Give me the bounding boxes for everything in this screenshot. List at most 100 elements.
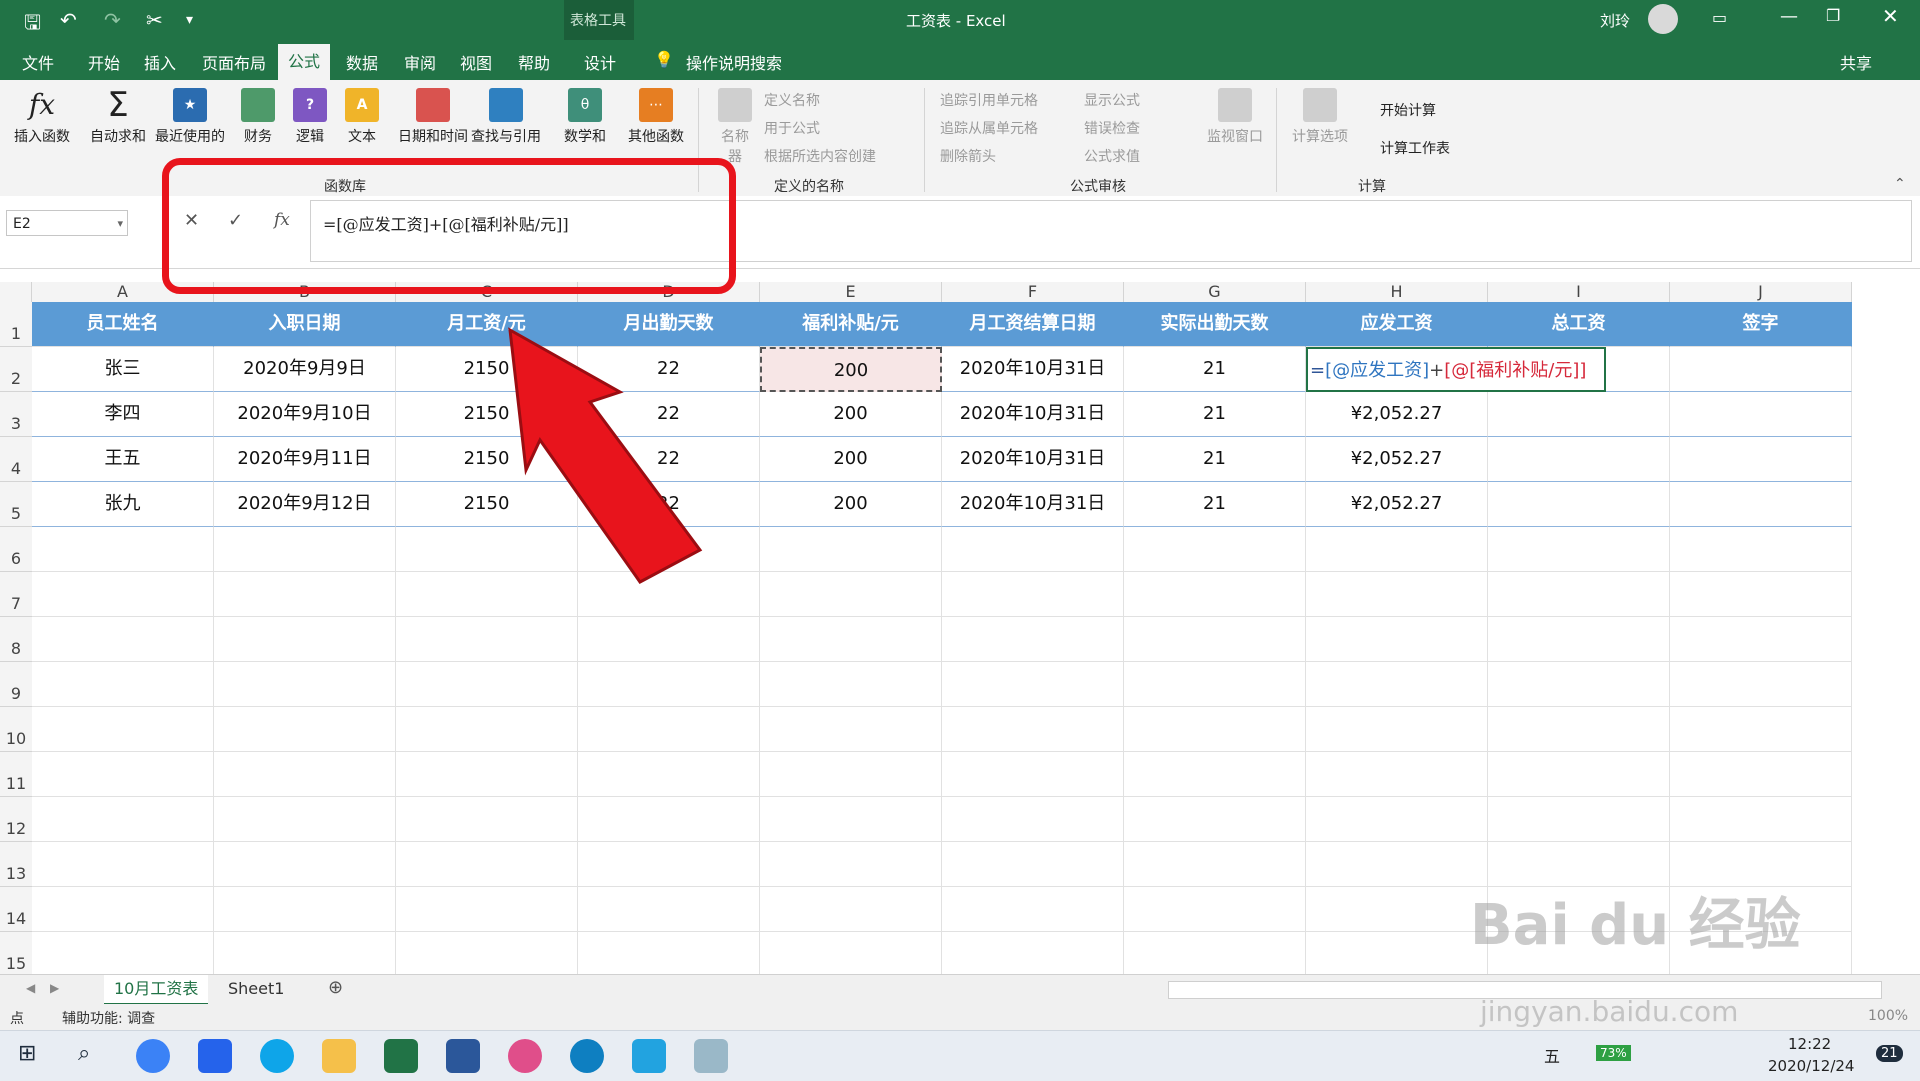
table-cell[interactable]: 200 (760, 392, 942, 437)
trace-dependents-button[interactable]: 追踪从属单元格 (940, 118, 1038, 138)
grid-cell[interactable] (32, 617, 214, 662)
grid-cell[interactable] (32, 842, 214, 887)
table-cell[interactable]: ¥2,052.27 (1306, 392, 1488, 437)
grid-cell[interactable] (578, 707, 760, 752)
grid-cell[interactable] (1124, 932, 1306, 974)
row-header-13[interactable]: 13 (0, 842, 32, 887)
grid-cell[interactable] (760, 707, 942, 752)
grid-cell[interactable] (396, 617, 578, 662)
table-header-cell[interactable]: 福利补贴/元 (760, 302, 942, 347)
table-cell[interactable]: 张九 (32, 482, 214, 527)
grid-cell[interactable] (1488, 797, 1670, 842)
column-header-h[interactable]: H (1306, 282, 1488, 302)
notification-badge[interactable]: 21 (1876, 1045, 1903, 1062)
app-gray-icon[interactable] (694, 1039, 728, 1073)
grid-cell[interactable] (32, 932, 214, 974)
tab-data[interactable]: 数据 (346, 50, 378, 74)
grid-cell[interactable] (760, 617, 942, 662)
paint-icon[interactable] (508, 1039, 542, 1073)
grid-cell[interactable] (396, 797, 578, 842)
share-button[interactable]: 共享 (1840, 50, 1872, 74)
scroll-right-icon[interactable]: ▶ (50, 981, 59, 995)
tab-home[interactable]: 开始 (88, 50, 120, 74)
grid-cell[interactable] (32, 707, 214, 752)
minimize-icon[interactable]: — (1780, 6, 1798, 27)
mail-icon[interactable] (198, 1039, 232, 1073)
tab-help[interactable]: 帮助 (518, 50, 550, 74)
show-formulas-button[interactable]: 显示公式 (1084, 90, 1140, 110)
grid-cell[interactable] (760, 932, 942, 974)
table-cell[interactable]: 2020年9月9日 (214, 347, 396, 392)
grid-cell[interactable] (1670, 527, 1852, 572)
grid-cell[interactable] (578, 797, 760, 842)
add-sheet-icon[interactable]: ⊕ (328, 977, 343, 998)
grid-cell[interactable] (1124, 797, 1306, 842)
grid-cell[interactable] (942, 887, 1124, 932)
grid-cell[interactable] (214, 887, 396, 932)
grid-cell[interactable] (396, 887, 578, 932)
grid-cell[interactable] (396, 662, 578, 707)
table-header-cell[interactable]: 应发工资 (1306, 302, 1488, 347)
row-header-5[interactable]: 5 (0, 482, 32, 527)
create-from-selection-button[interactable]: 根据所选内容创建 (764, 146, 876, 166)
grid-cell[interactable] (1488, 752, 1670, 797)
customize-qat-icon[interactable]: ▾ (186, 12, 193, 28)
column-header-j[interactable]: J (1670, 282, 1852, 302)
table-cell[interactable]: 21 (1124, 437, 1306, 482)
table-cell[interactable]: 200 (760, 482, 942, 527)
name-box[interactable]: E2 ▾ (6, 210, 128, 236)
grid-cell[interactable] (1306, 842, 1488, 887)
grid-cell[interactable] (396, 707, 578, 752)
file-explorer-icon[interactable] (322, 1039, 356, 1073)
grid-cell[interactable] (1306, 662, 1488, 707)
table-cell[interactable]: 李四 (32, 392, 214, 437)
grid-cell[interactable] (396, 842, 578, 887)
grid-cell[interactable] (1488, 707, 1670, 752)
grid-cell[interactable] (214, 572, 396, 617)
more-functions-button[interactable]: ⋯ 其他函数 (620, 88, 692, 146)
name-manager-button[interactable]: 名称 器 (710, 88, 760, 166)
grid-cell[interactable] (578, 932, 760, 974)
grid-cell[interactable] (1670, 617, 1852, 662)
column-header-i[interactable]: I (1488, 282, 1670, 302)
row-header-2[interactable]: 2 (0, 347, 32, 392)
editing-cell-h2[interactable]: =[@应发工资]+[@[福利补贴/元]] (1306, 347, 1607, 392)
row-header-6[interactable]: 6 (0, 527, 32, 572)
search-icon[interactable]: ⌕ (78, 1041, 90, 1066)
grid-cell[interactable] (214, 842, 396, 887)
lookup-reference-button[interactable]: 查找与引用 (466, 88, 546, 146)
edge-icon[interactable] (570, 1039, 604, 1073)
define-name-button[interactable]: 定义名称 (764, 90, 820, 110)
excel-icon[interactable] (384, 1039, 418, 1073)
grid-cell[interactable] (396, 932, 578, 974)
tab-review[interactable]: 审阅 (404, 50, 436, 74)
table-cell[interactable]: 2020年9月11日 (214, 437, 396, 482)
grid-cell[interactable] (32, 887, 214, 932)
column-header-e[interactable]: E (760, 282, 942, 302)
grid-cell[interactable] (942, 797, 1124, 842)
grid-cell[interactable] (1124, 527, 1306, 572)
redo-icon[interactable]: ↷ (104, 8, 121, 32)
grid-cell[interactable] (1670, 752, 1852, 797)
grid-cell[interactable] (214, 527, 396, 572)
grid-cell[interactable] (942, 527, 1124, 572)
grid-cell[interactable] (1306, 572, 1488, 617)
table-cell[interactable]: 张三 (32, 347, 214, 392)
grid-cell[interactable] (396, 752, 578, 797)
zoom-level[interactable]: 100% (1868, 1008, 1908, 1024)
row-header-15[interactable]: 15 (0, 932, 32, 974)
column-header-f[interactable]: F (942, 282, 1124, 302)
table-cell[interactable]: 2020年9月12日 (214, 482, 396, 527)
grid-cell[interactable] (942, 617, 1124, 662)
table-header-cell[interactable]: 月工资结算日期 (942, 302, 1124, 347)
row-header-8[interactable]: 8 (0, 617, 32, 662)
table-cell[interactable]: 2020年10月31日 (942, 482, 1124, 527)
grid-cell[interactable] (1488, 617, 1670, 662)
grid-cell[interactable] (32, 572, 214, 617)
grid-cell[interactable] (578, 842, 760, 887)
restore-icon[interactable]: ❐ (1826, 6, 1840, 25)
remove-arrows-button[interactable]: 删除箭头 (940, 146, 996, 166)
grid-cell[interactable] (1670, 662, 1852, 707)
grid-cell[interactable] (1488, 527, 1670, 572)
browser-e-icon[interactable] (260, 1039, 294, 1073)
